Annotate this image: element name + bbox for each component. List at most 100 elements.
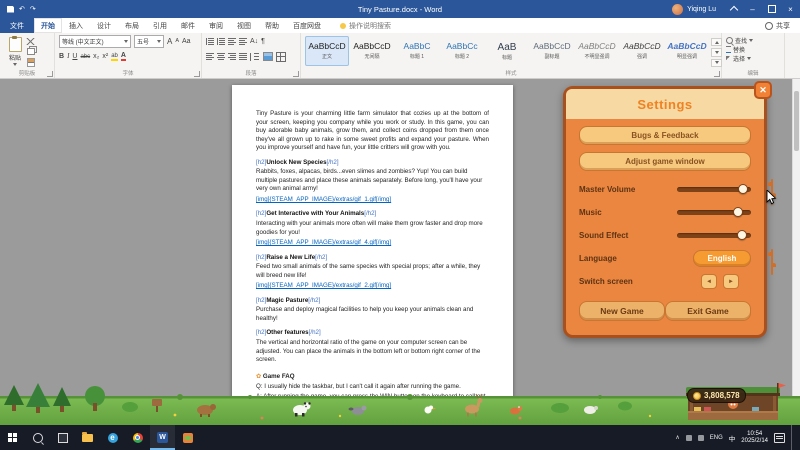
img-bbcode-link[interactable]: [img]{STEAM_APP_IMAGE}/extras/gif_4.gif[… [256,239,489,248]
sort-icon[interactable]: A↓ [250,38,258,45]
maximize-button[interactable] [762,0,781,18]
ime-indicator[interactable]: 中 [729,433,736,443]
style-item-emphasis[interactable]: AaBbCcD强调 [620,36,664,66]
style-item-heading1[interactable]: AaBbC标题 1 [395,36,439,66]
tab-file[interactable]: 文件 [0,18,34,33]
grow-font-icon[interactable]: A [167,38,172,46]
slider-knob[interactable] [738,184,748,194]
font-size-select[interactable]: 五号 [134,35,164,48]
slider-knob[interactable] [737,230,747,240]
show-desktop-button[interactable] [791,425,795,450]
dialog-launcher-icon[interactable] [194,71,200,77]
change-case-icon[interactable]: Aa [182,38,191,45]
pilcrow-icon[interactable]: ¶ [261,38,265,45]
tab-help[interactable]: 帮助 [258,18,286,33]
style-item-heading2[interactable]: AaBbCc标题 2 [440,36,484,66]
align-right-icon[interactable] [228,53,236,60]
master-volume-slider[interactable] [677,187,751,192]
tray-app-icon[interactable] [698,435,704,441]
word-taskbar-button[interactable]: W [150,425,175,450]
coin-counter[interactable]: 3,808,578 [687,388,746,403]
font-color-icon[interactable]: A [121,52,126,61]
line-spacing-icon[interactable] [250,53,260,61]
new-game-button[interactable]: New Game [579,301,665,321]
strikethrough-icon[interactable]: abc [80,54,90,60]
dialog-launcher-icon[interactable] [47,71,53,77]
edge-button[interactable]: e [100,425,125,450]
language-button[interactable]: English [693,250,751,267]
superscript-icon[interactable]: x² [102,53,108,60]
style-item-normal[interactable]: AaBbCcD正文 [305,36,349,66]
align-left-icon[interactable] [206,53,214,60]
dialog-launcher-icon[interactable] [714,71,720,77]
copy-icon[interactable] [27,48,35,56]
tell-me-box[interactable]: 操作说明搜索 [340,18,391,33]
tab-review[interactable]: 审阅 [202,18,230,33]
user-avatar[interactable] [672,4,683,15]
style-item-subtle-emphasis[interactable]: AaBbCcD不明显强调 [575,36,619,66]
bold-icon[interactable]: B [59,53,64,60]
increase-indent-icon[interactable] [239,38,247,45]
ribbon-display-options-button[interactable] [724,0,743,18]
tab-references[interactable]: 引用 [146,18,174,33]
search-button[interactable] [25,425,50,450]
shading-icon[interactable] [263,52,273,61]
borders-icon[interactable] [276,52,286,62]
settings-close-button[interactable]: ✕ [754,81,772,99]
tiny-pasture-game-strip[interactable]: 3,808,578 [0,383,800,425]
tray-app-icon[interactable] [686,435,692,441]
gallery-down-button[interactable] [711,48,722,56]
img-bbcode-link[interactable]: [img]{STEAM_APP_IMAGE}/extras/gif_2.gif[… [256,282,489,291]
tab-view[interactable]: 视图 [230,18,258,33]
underline-icon[interactable]: U [72,53,77,60]
switch-screen-left-button[interactable]: ◄ [701,274,717,289]
tray-expand-icon[interactable]: ∧ [675,434,679,441]
subscript-icon[interactable]: x₂ [93,53,99,60]
tab-insert[interactable]: 插入 [62,18,90,33]
style-item-subtitle[interactable]: AaBbCcD副标题 [530,36,574,66]
numbering-icon[interactable] [217,38,225,45]
replace-button[interactable]: 替换 [726,45,780,54]
tab-home[interactable]: 开始 [34,18,62,33]
file-explorer-button[interactable] [75,425,100,450]
italic-icon[interactable]: I [67,53,69,60]
tab-layout[interactable]: 布局 [118,18,146,33]
save-icon[interactable] [7,6,14,13]
start-button[interactable] [0,425,25,450]
tab-mailings[interactable]: 邮件 [174,18,202,33]
document-page[interactable]: Tiny Pasture is your charming little far… [232,85,513,425]
bullets-icon[interactable] [206,38,214,45]
find-button[interactable]: 查找 [726,36,780,45]
music-slider[interactable] [677,210,751,215]
language-indicator[interactable]: ENG [710,435,723,441]
tab-design[interactable]: 设计 [90,18,118,33]
bugs-feedback-button[interactable]: Bugs & Feedback [579,126,751,145]
style-item-title[interactable]: AaB标题 [485,36,529,66]
justify-icon[interactable] [239,53,247,60]
font-name-select[interactable]: 等线 (中文正文) [59,35,131,48]
gallery-expand-button[interactable] [711,59,722,67]
close-button[interactable]: × [781,0,800,18]
game-taskbar-button[interactable] [175,425,200,450]
undo-icon[interactable]: ↶ [19,5,25,13]
notification-center-icon[interactable] [774,433,785,443]
slider-knob[interactable] [733,207,743,217]
format-painter-icon[interactable] [27,58,35,67]
align-center-icon[interactable] [217,53,225,60]
task-view-button[interactable] [50,425,75,450]
minimize-button[interactable]: – [743,0,762,18]
gallery-up-button[interactable] [711,38,722,46]
redo-icon[interactable]: ↷ [30,5,36,13]
decrease-indent-icon[interactable] [228,38,236,45]
shrink-font-icon[interactable]: A [175,39,179,45]
dialog-launcher-icon[interactable] [293,71,299,77]
taskbar-clock[interactable]: 10:54 2025/2/14 [741,431,768,445]
paste-button[interactable]: 粘贴 [4,35,26,67]
switch-screen-right-button[interactable]: ► [723,274,739,289]
exit-game-button[interactable]: Exit Game [665,301,751,321]
tab-baidu-netdisk[interactable]: 百度网盘 [286,18,328,33]
scrollbar-thumb[interactable] [794,91,799,151]
scrollbar[interactable] [792,79,800,425]
img-bbcode-link[interactable]: [img]{STEAM_APP_IMAGE}/extras/gif_1.gif[… [256,196,489,205]
style-item-intense-emphasis[interactable]: AaBbCcD明显强调 [665,36,709,66]
